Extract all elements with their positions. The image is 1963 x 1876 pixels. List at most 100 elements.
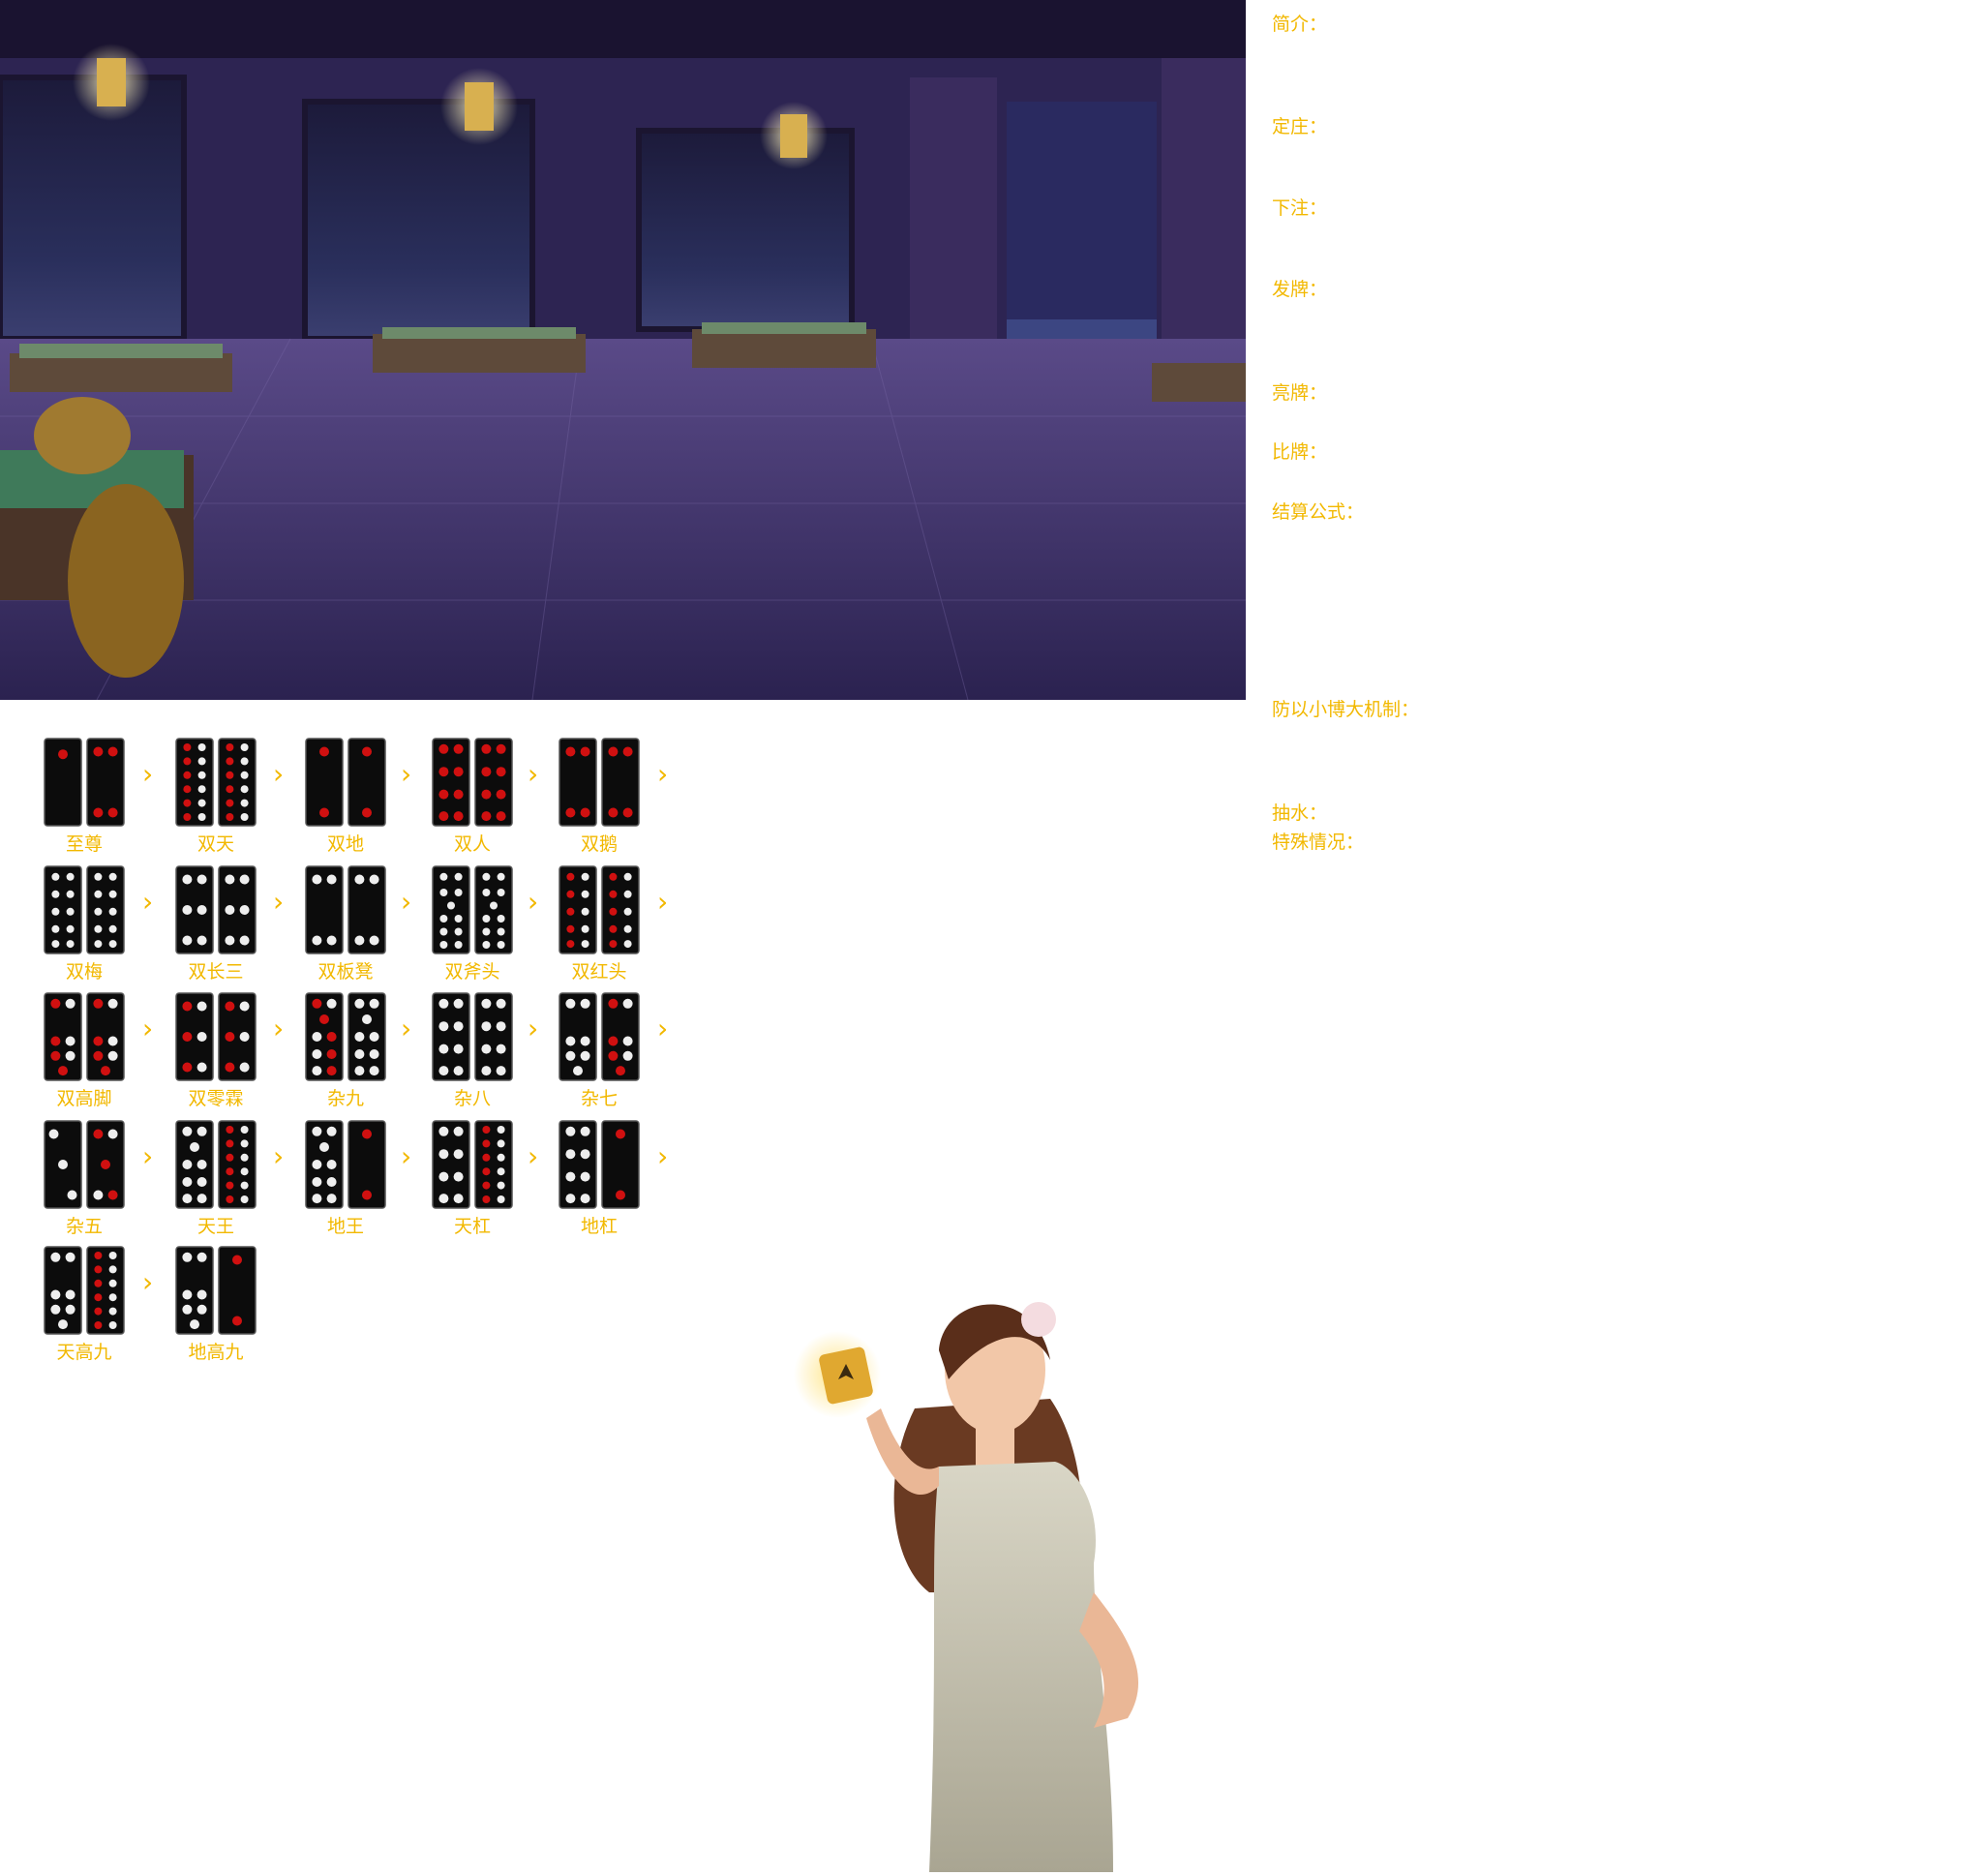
domino-pair-icon bbox=[175, 738, 257, 827]
tile-combo-name: 双鹅 bbox=[580, 833, 618, 855]
tile-combo: 双天 bbox=[174, 737, 257, 855]
tile-combo: 地杠 bbox=[558, 1119, 641, 1237]
tile-combo: 地高九 bbox=[174, 1245, 257, 1363]
tile-combo: 杂七 bbox=[558, 991, 641, 1109]
tile-combo: 双地 bbox=[304, 737, 387, 855]
domino-pair-icon bbox=[44, 992, 125, 1081]
tile-combo-name: 双长三 bbox=[188, 961, 244, 983]
chevron-right-icon: › bbox=[528, 1013, 539, 1044]
tile-combo-name: 天高九 bbox=[56, 1342, 112, 1363]
chevron-right-icon: › bbox=[142, 1266, 154, 1298]
chevron-right-icon: › bbox=[401, 1140, 412, 1172]
tile-combo-name: 双高脚 bbox=[56, 1088, 112, 1109]
tile-combo-name: 杂七 bbox=[580, 1088, 618, 1109]
tile-combo-name: 杂九 bbox=[326, 1088, 364, 1109]
rule-intro-label: 简介： bbox=[1272, 14, 1328, 35]
tile-combo-name: 地王 bbox=[326, 1216, 364, 1237]
domino-pair-icon bbox=[305, 992, 386, 1081]
chevron-right-icon: › bbox=[657, 1013, 669, 1044]
rule-deal-label: 发牌： bbox=[1272, 279, 1328, 300]
tile-combo: 杂八 bbox=[431, 991, 514, 1109]
tile-combo-name: 双天 bbox=[196, 833, 234, 855]
tile-combo-name: 杂五 bbox=[65, 1216, 103, 1237]
tile-combo: 地王 bbox=[304, 1119, 387, 1237]
rule-bet-label: 下注： bbox=[1272, 197, 1328, 219]
tile-combo: 双高脚 bbox=[43, 991, 126, 1109]
tile-combo: 双长三 bbox=[174, 864, 257, 983]
rule-banker-label: 定庄： bbox=[1272, 116, 1328, 137]
tile-combo-name: 双梅 bbox=[65, 961, 103, 983]
tile-combo: 天王 bbox=[174, 1119, 257, 1237]
tile-combo: 双鹅 bbox=[558, 737, 641, 855]
domino-pair-icon bbox=[432, 1120, 513, 1209]
rule-reveal-label: 亮牌： bbox=[1272, 382, 1328, 404]
domino-pair-icon bbox=[44, 1120, 125, 1209]
chevron-right-icon: › bbox=[528, 1140, 539, 1172]
chevron-right-icon: › bbox=[273, 758, 285, 790]
tile-combo: 杂五 bbox=[43, 1119, 126, 1237]
tile-combo-name: 至尊 bbox=[65, 833, 103, 855]
domino-pair-icon bbox=[432, 992, 513, 1081]
tile-combo: 双零霖 bbox=[174, 991, 257, 1109]
rule-settlement-label: 结算公式： bbox=[1272, 501, 1365, 523]
tile-combo-name: 双地 bbox=[326, 833, 364, 855]
chevron-right-icon: › bbox=[142, 758, 154, 790]
chevron-right-icon: › bbox=[657, 1140, 669, 1172]
rule-special-label: 特殊情况： bbox=[1272, 832, 1365, 853]
tile-combo-name: 双红头 bbox=[571, 961, 627, 983]
domino-pair-icon bbox=[559, 1120, 640, 1209]
chevron-right-icon: › bbox=[142, 1140, 154, 1172]
tile-combo: 双红头 bbox=[558, 864, 641, 983]
domino-pair-icon bbox=[175, 1120, 257, 1209]
dealer-illustration bbox=[745, 1273, 1229, 1872]
domino-pair-icon bbox=[175, 1246, 257, 1335]
tile-combo: 双板凳 bbox=[304, 864, 387, 983]
chevron-right-icon: › bbox=[401, 1013, 412, 1044]
chevron-right-icon: › bbox=[657, 758, 669, 790]
domino-pair-icon bbox=[44, 738, 125, 827]
tile-combo-name: 双板凳 bbox=[317, 961, 374, 983]
rule-commission-label: 抽水： bbox=[1272, 802, 1328, 824]
chevron-right-icon: › bbox=[528, 886, 539, 918]
tile-combo: 杂九 bbox=[304, 991, 387, 1109]
chevron-right-icon: › bbox=[401, 758, 412, 790]
tile-combo-name: 地高九 bbox=[188, 1342, 244, 1363]
domino-pair-icon bbox=[559, 992, 640, 1081]
chevron-right-icon: › bbox=[273, 886, 285, 918]
rule-anti-small-label: 防以小博大机制： bbox=[1272, 699, 1420, 720]
rule-compare-label: 比牌： bbox=[1272, 441, 1328, 463]
domino-pair-icon bbox=[44, 865, 125, 954]
tile-combo: 天杠 bbox=[431, 1119, 514, 1237]
domino-pair-icon bbox=[559, 865, 640, 954]
domino-pair-icon bbox=[432, 865, 513, 954]
tile-combo-name: 地杠 bbox=[580, 1216, 618, 1237]
tile-combo: 双梅 bbox=[43, 864, 126, 983]
chevron-right-icon: › bbox=[273, 1013, 285, 1044]
tile-combo-name: 天杠 bbox=[453, 1216, 491, 1237]
chevron-right-icon: › bbox=[142, 1013, 154, 1044]
domino-pair-icon bbox=[175, 865, 257, 954]
chevron-right-icon: › bbox=[657, 886, 669, 918]
tile-combo-name: 双零霖 bbox=[188, 1088, 244, 1109]
domino-pair-icon bbox=[559, 738, 640, 827]
domino-pair-icon bbox=[44, 1246, 125, 1335]
tile-combo-name: 天王 bbox=[196, 1216, 234, 1237]
tile-combo: 双人 bbox=[431, 737, 514, 855]
chevron-right-icon: › bbox=[528, 758, 539, 790]
domino-pair-icon bbox=[175, 992, 257, 1081]
domino-pair-icon bbox=[305, 738, 386, 827]
tile-combo-name: 双人 bbox=[453, 833, 491, 855]
chevron-right-icon: › bbox=[273, 1140, 285, 1172]
mahjong-room-background bbox=[0, 0, 1246, 700]
tile-ranking-grid: 至尊 › 双天 › 双地 › 双人 › 双鹅 › 双梅 › 双长三 › 双板凳 › 双斧头 › 双红头 › 双高脚 › 双零… bbox=[0, 700, 697, 1377]
tile-combo-name: 双斧头 bbox=[444, 961, 500, 983]
domino-pair-icon bbox=[305, 865, 386, 954]
tile-combo: 天高九 bbox=[43, 1245, 126, 1363]
chevron-right-icon: › bbox=[142, 886, 154, 918]
tile-combo-name: 杂八 bbox=[453, 1088, 491, 1109]
domino-pair-icon bbox=[305, 1120, 386, 1209]
tile-combo: 至尊 bbox=[43, 737, 126, 855]
domino-pair-icon bbox=[432, 738, 513, 827]
tile-combo: 双斧头 bbox=[431, 864, 514, 983]
chevron-right-icon: › bbox=[401, 886, 412, 918]
